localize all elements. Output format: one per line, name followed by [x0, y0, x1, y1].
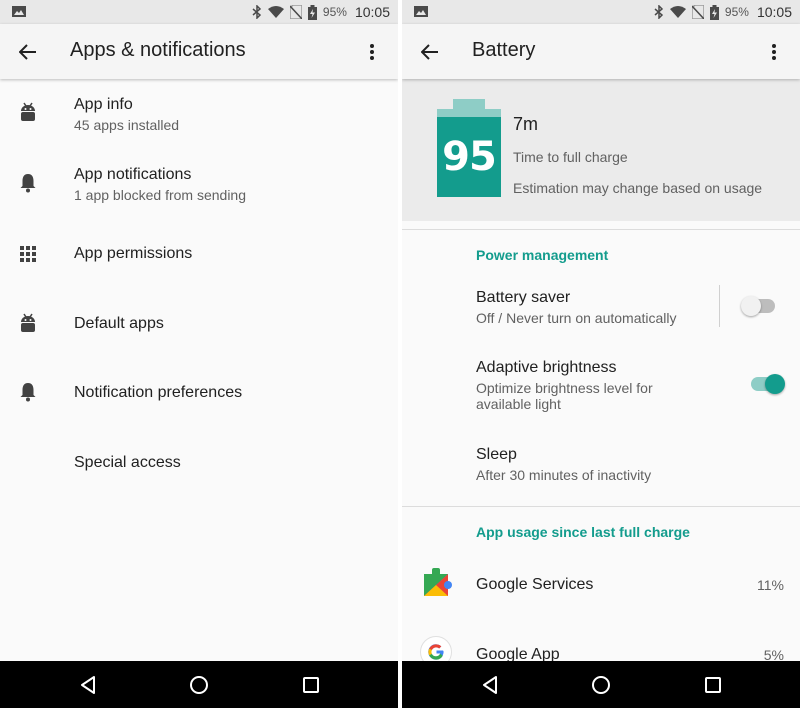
nav-back-icon	[483, 676, 497, 694]
status-bar: 95% 10:05	[402, 0, 800, 24]
divider	[402, 506, 800, 507]
list-item-title: App info	[74, 96, 133, 113]
arrow-back-icon	[421, 44, 438, 60]
nav-home-icon	[592, 676, 610, 694]
list-item-title: Notification preferences	[74, 384, 243, 401]
setting-title: Battery saver	[476, 289, 571, 306]
list-item-default-apps[interactable]: Default apps	[0, 289, 398, 359]
list-item-app-info[interactable]: App info 45 apps installed	[0, 80, 398, 150]
app-bar: Apps & notifications	[0, 24, 398, 79]
clock: 10:05	[756, 4, 792, 20]
setting-adaptive-brightness[interactable]: Adaptive brightness Optimize brightness …	[402, 350, 800, 420]
setting-subtitle: Optimize brightness level for available …	[476, 380, 653, 412]
toggle-thumb	[741, 296, 761, 316]
more-vert-icon	[370, 44, 374, 60]
more-vert-icon	[772, 44, 776, 60]
page-title: Apps & notifications	[70, 39, 246, 61]
list-item-title: App notifications	[74, 166, 192, 183]
battery-charging-icon	[709, 4, 719, 20]
bell-icon	[16, 171, 40, 195]
bluetooth-icon	[252, 5, 262, 19]
back-button[interactable]	[16, 40, 40, 64]
list-item-subtitle: 45 apps installed	[74, 117, 180, 133]
list-item-app-permissions[interactable]: App permissions	[0, 220, 398, 290]
android-icon	[16, 100, 40, 124]
nav-back-icon	[81, 676, 95, 694]
setting-sleep[interactable]: Sleep After 30 minutes of inactivity	[402, 437, 800, 492]
more-options-button[interactable]	[762, 40, 786, 64]
battery-empty-portion	[437, 109, 501, 117]
grid-icon	[16, 242, 40, 266]
section-header-app-usage: App usage since last full charge	[476, 524, 690, 540]
list-item-title: App permissions	[74, 245, 193, 262]
navigation-bar	[0, 661, 398, 708]
status-bar: 95% 10:05	[0, 0, 398, 24]
android-icon	[16, 311, 40, 335]
page-title: Battery	[472, 39, 536, 61]
list-item-subtitle: 1 app blocked from sending	[74, 187, 246, 203]
list-item-notification-preferences[interactable]: Notification preferences	[0, 358, 398, 428]
toggle-thumb	[765, 374, 785, 394]
app-usage-row[interactable]: Google Services 11%	[402, 554, 800, 614]
divider	[402, 229, 800, 230]
arrow-back-icon	[19, 44, 36, 60]
battery-saver-toggle[interactable]	[741, 296, 777, 316]
wifi-icon	[267, 6, 284, 18]
apps-notifications-screen: 95% 10:05 Apps & notifications App info …	[0, 0, 398, 708]
wifi-icon	[669, 6, 686, 18]
navigation-bar	[402, 661, 800, 708]
time-remaining: 7m	[513, 114, 539, 134]
setting-title: Sleep	[476, 446, 517, 463]
list-item-special-access[interactable]: Special access	[0, 428, 398, 498]
no-sim-icon	[289, 5, 302, 19]
no-sim-icon	[691, 5, 704, 19]
more-options-button[interactable]	[360, 40, 384, 64]
nav-back-button[interactable]	[76, 673, 100, 697]
image-icon	[12, 6, 26, 17]
vertical-separator	[719, 285, 720, 327]
list-item-title: Default apps	[74, 315, 164, 332]
time-remaining-label: Time to full charge	[513, 149, 628, 165]
nav-recents-button[interactable]	[299, 673, 323, 697]
nav-back-button[interactable]	[478, 673, 502, 697]
nav-home-button[interactable]	[187, 673, 211, 697]
nav-recents-button[interactable]	[701, 673, 725, 697]
nav-home-icon	[190, 676, 208, 694]
section-header-power-management: Power management	[476, 247, 609, 263]
google-services-icon	[424, 568, 452, 596]
adaptive-brightness-toggle[interactable]	[749, 374, 785, 394]
nav-recents-icon	[705, 677, 721, 693]
list-item-title: Special access	[74, 454, 181, 471]
nav-recents-icon	[303, 677, 319, 693]
back-button[interactable]	[418, 40, 442, 64]
bluetooth-icon	[654, 5, 664, 19]
app-name: Google Services	[476, 576, 594, 593]
estimate-note: Estimation may change based on usage	[513, 180, 763, 196]
setting-subtitle: After 30 minutes of inactivity	[476, 467, 652, 483]
battery-charging-icon	[307, 4, 317, 20]
battery-screen: 95% 10:05 Battery 95 7m Time to full cha…	[402, 0, 800, 708]
battery-graphic: 95	[437, 99, 501, 197]
setting-subtitle: Off / Never turn on automatically	[476, 310, 677, 326]
image-icon	[414, 6, 428, 17]
battery-cap	[453, 99, 485, 109]
battery-percent: 95%	[322, 5, 347, 19]
bell-icon	[16, 380, 40, 404]
battery-summary: 95 7m Time to full charge Estimation may…	[402, 79, 800, 221]
clock: 10:05	[354, 4, 390, 20]
battery-level-text: 95	[442, 134, 497, 180]
nav-home-button[interactable]	[589, 673, 613, 697]
app-usage-percent: 11%	[757, 577, 784, 593]
list-item-app-notifications[interactable]: App notifications 1 app blocked from sen…	[0, 150, 398, 220]
battery-percent: 95%	[724, 5, 749, 19]
setting-title: Adaptive brightness	[476, 359, 617, 376]
app-bar: Battery	[402, 24, 800, 79]
